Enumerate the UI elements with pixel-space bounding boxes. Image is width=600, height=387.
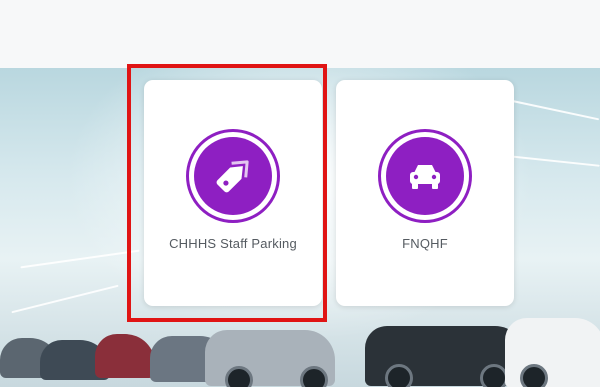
tile-label: FNQHF xyxy=(402,236,448,251)
header-band xyxy=(0,0,600,68)
tile-fnqhf[interactable]: FNQHF xyxy=(336,80,514,306)
tile-chhhs-staff-parking[interactable]: CHHHS Staff Parking xyxy=(144,80,322,306)
tile-label: CHHHS Staff Parking xyxy=(169,236,297,251)
tile-icon-ring xyxy=(186,129,280,223)
tag-icon xyxy=(216,160,249,193)
tile-icon-ring xyxy=(378,129,472,223)
car-icon xyxy=(410,165,440,189)
